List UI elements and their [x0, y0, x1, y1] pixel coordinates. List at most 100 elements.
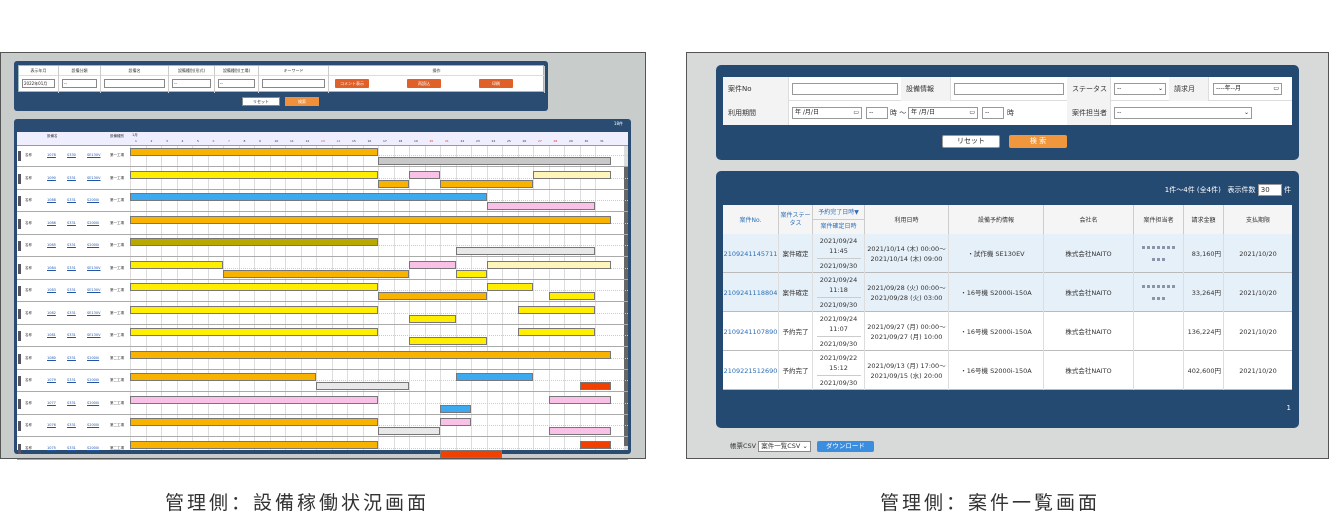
reservation-bar[interactable]	[486, 260, 611, 269]
row-model[interactable]: S331	[67, 311, 76, 315]
reservation-bar[interactable]	[486, 283, 533, 291]
reservation-bar[interactable]	[130, 148, 378, 156]
reservation-bar[interactable]	[130, 260, 223, 269]
th-case-no[interactable]: 案件No.	[723, 205, 779, 234]
reservation-bar[interactable]	[533, 170, 611, 179]
billing-month-input[interactable]: ----年--月 ▭	[1213, 83, 1282, 95]
period-from-hour[interactable]: --	[866, 107, 888, 119]
case-no-input[interactable]	[792, 83, 898, 95]
row-code[interactable]: SE130V	[87, 266, 101, 270]
reservation-bar[interactable]	[378, 292, 487, 300]
row-code[interactable]: S2000i	[87, 446, 99, 450]
csv-select[interactable]: 案件一覧CSV ⌄	[758, 440, 811, 452]
reservation-bar[interactable]	[409, 260, 456, 269]
status-reset-button[interactable]: リセット	[242, 97, 280, 106]
row-id[interactable]: 1075	[47, 446, 56, 450]
row-code[interactable]: SE130V	[87, 333, 101, 337]
filter-select[interactable]	[262, 79, 325, 88]
row-id[interactable]: 1090	[47, 176, 56, 180]
case-search-button[interactable]: 検 索	[1009, 135, 1067, 148]
reservation-bar[interactable]	[579, 440, 611, 449]
reservation-bar[interactable]	[548, 292, 595, 300]
per-page-select[interactable]: 30	[1257, 184, 1282, 196]
row-code[interactable]: S2000i	[87, 221, 99, 225]
reservation-bar[interactable]	[409, 314, 456, 323]
th-status[interactable]: 案件ステータス	[779, 205, 813, 234]
row-id[interactable]: 1085	[47, 243, 56, 247]
reservation-bar[interactable]	[440, 449, 502, 458]
reservation-bar[interactable]	[548, 395, 611, 404]
status-search-button[interactable]: 検索	[285, 97, 319, 106]
period-to-hour[interactable]: --	[982, 107, 1004, 119]
filter-select[interactable]: 2022年01月	[22, 79, 55, 88]
reservation-bar[interactable]	[130, 328, 378, 336]
reservation-bar[interactable]	[130, 350, 611, 359]
reservation-bar[interactable]	[130, 418, 378, 426]
row-code[interactable]: S2000i	[87, 198, 99, 202]
reservation-bar[interactable]	[130, 373, 316, 381]
reservation-bar[interactable]	[130, 170, 378, 179]
reservation-bar[interactable]	[378, 427, 440, 435]
row-model[interactable]: S331	[67, 198, 76, 202]
row-model[interactable]: S331	[67, 288, 76, 292]
th-reserve-date[interactable]: 予約完了日時▼	[813, 206, 864, 220]
reservation-bar[interactable]	[130, 305, 378, 314]
operation-button[interactable]: コメント表示	[335, 79, 369, 88]
row-code[interactable]: S2000i	[87, 378, 99, 382]
row-code[interactable]: S2000i	[87, 423, 99, 427]
filter-select[interactable]: --	[218, 79, 255, 88]
row-id[interactable]: 1086	[47, 221, 56, 225]
reservation-bar[interactable]	[378, 157, 611, 165]
filter-select[interactable]	[104, 79, 165, 88]
row-code[interactable]: S2000i	[87, 401, 99, 405]
filter-select[interactable]: --	[172, 79, 211, 88]
row-id[interactable]: 1080	[47, 356, 56, 360]
row-model[interactable]: S330	[67, 153, 76, 157]
reservation-bar[interactable]	[440, 418, 471, 426]
period-to-date[interactable]: 年 /月/日 ▭	[908, 107, 978, 119]
period-from-date[interactable]: 年 /月/日 ▭	[792, 107, 862, 119]
reservation-bar[interactable]	[455, 247, 595, 255]
row-id[interactable]: 1076	[47, 423, 56, 427]
row-code[interactable]: SE130V	[87, 153, 101, 157]
owner-select[interactable]: -- ⌄	[1114, 107, 1252, 119]
operation-button[interactable]: 再読込	[407, 79, 441, 88]
operation-button[interactable]: 印刷	[479, 79, 513, 88]
row-model[interactable]: S331	[67, 333, 76, 337]
reservation-bar[interactable]	[440, 179, 533, 188]
row-id[interactable]: 1077	[47, 401, 56, 405]
reservation-bar[interactable]	[548, 427, 611, 435]
row-code[interactable]: S2000i	[87, 356, 99, 360]
row-model[interactable]: S331	[67, 266, 76, 270]
row-model[interactable]: S331	[67, 423, 76, 427]
reservation-bar[interactable]	[223, 269, 409, 278]
reservation-bar[interactable]	[517, 328, 595, 336]
reservation-bar[interactable]	[130, 215, 611, 224]
reservation-bar[interactable]	[130, 193, 487, 201]
row-model[interactable]: S331	[67, 243, 76, 247]
reservation-bar[interactable]	[579, 382, 611, 390]
row-model[interactable]: S331	[67, 378, 76, 382]
row-model[interactable]: S331	[67, 176, 76, 180]
case-number-link[interactable]: 2109241107890	[723, 312, 779, 351]
reservation-bar[interactable]	[409, 337, 487, 345]
reservation-bar[interactable]	[517, 305, 595, 314]
row-model[interactable]: S331	[67, 446, 76, 450]
reservation-bar[interactable]	[455, 373, 533, 381]
row-model[interactable]: S331	[67, 401, 76, 405]
case-reset-button[interactable]: リセット	[942, 135, 1000, 148]
reservation-bar[interactable]	[486, 202, 595, 210]
row-code[interactable]: SE130V	[87, 311, 101, 315]
th-confirm-date[interactable]: 案件確定日時	[820, 220, 856, 234]
reservation-bar[interactable]	[130, 283, 378, 291]
reservation-bar[interactable]	[409, 170, 440, 179]
reservation-bar[interactable]	[130, 440, 378, 449]
case-number-link[interactable]: 2109241118804	[723, 273, 779, 312]
reservation-bar[interactable]	[316, 382, 409, 390]
row-id[interactable]: 1081	[47, 333, 56, 337]
reservation-bar[interactable]	[130, 395, 378, 404]
case-number-link[interactable]: 2109241145711	[723, 234, 779, 273]
reservation-bar[interactable]	[455, 269, 487, 278]
row-id[interactable]: 1082	[47, 311, 56, 315]
row-code[interactable]: SE130V	[87, 288, 101, 292]
